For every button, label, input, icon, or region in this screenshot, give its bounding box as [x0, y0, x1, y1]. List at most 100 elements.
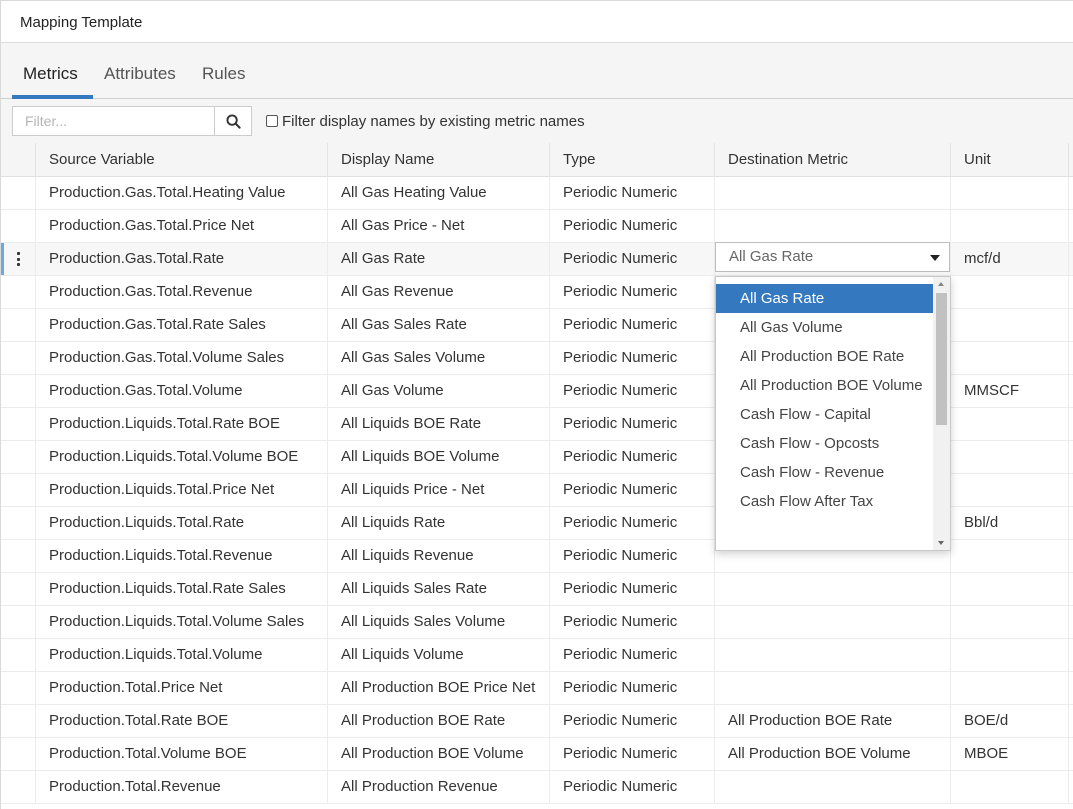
row-handle-cell — [1, 738, 36, 770]
dropdown-option[interactable]: All Production BOE Rate — [716, 342, 934, 371]
cell-destination-metric — [715, 771, 951, 803]
cell-source-variable: Production.Total.Revenue — [36, 771, 328, 803]
cell-source-variable: Production.Liquids.Total.Rate — [36, 507, 328, 539]
header-display-name[interactable]: Display Name — [328, 143, 550, 177]
cell-unit: MBOE — [951, 738, 1069, 770]
cell-source-variable: Production.Liquids.Total.Volume BOE — [36, 441, 328, 473]
cell-destination-metric — [715, 177, 951, 209]
cell-unit — [951, 573, 1069, 605]
search-icon — [225, 113, 241, 129]
cell-unit — [951, 639, 1069, 671]
cell-unit: mcf/d — [951, 243, 1069, 275]
scroll-up-icon[interactable] — [938, 282, 944, 286]
cell-display-name: All Production Revenue — [328, 771, 550, 803]
tab-metrics[interactable]: Metrics — [23, 64, 78, 84]
destination-metric-dropdown: All Gas Rate All Gas Volume All Production… — [715, 276, 951, 551]
cell-source-variable: Production.Gas.Total.Heating Value — [36, 177, 328, 209]
table-row[interactable]: Production.Gas.Total.Heating Value All Ga… — [1, 177, 1073, 210]
row-handle-cell — [1, 606, 36, 638]
row-handle-cell — [1, 408, 36, 440]
header-destination-metric[interactable]: Destination Metric — [715, 143, 951, 177]
drag-handle-icon[interactable] — [16, 252, 20, 266]
dropdown-option[interactable]: Cash Flow - Opcosts — [716, 429, 934, 458]
cell-type: Periodic Numeric — [550, 177, 715, 209]
table-row[interactable]: Production.Liquids.Total.Volume Sales All… — [1, 606, 1073, 639]
cell-destination-metric — [715, 573, 951, 605]
mapping-template-window: Mapping Template Metrics Attributes Rule… — [0, 0, 1073, 809]
table-row[interactable]: Production.Liquids.Total.Volume All Liqui… — [1, 639, 1073, 672]
cell-unit — [951, 276, 1069, 308]
scrollbar-thumb[interactable] — [936, 293, 947, 425]
table-row[interactable]: Production.Gas.Total.Price Net All Gas Pr… — [1, 210, 1073, 243]
cell-destination-metric: All Production BOE Rate — [715, 705, 951, 737]
cell-display-name: All Gas Revenue — [328, 276, 550, 308]
cell-source-variable: Production.Liquids.Total.Volume — [36, 639, 328, 671]
header-type[interactable]: Type — [550, 143, 715, 177]
header-source-variable[interactable]: Source Variable — [36, 143, 328, 177]
row-handle-cell — [1, 375, 36, 407]
cell-source-variable: Production.Total.Volume BOE — [36, 738, 328, 770]
cell-type: Periodic Numeric — [550, 771, 715, 803]
cell-display-name: All Production BOE Price Net — [328, 672, 550, 704]
cell-type: Periodic Numeric — [550, 672, 715, 704]
cell-type: Periodic Numeric — [550, 408, 715, 440]
row-handle-cell — [1, 639, 36, 671]
cell-display-name: All Liquids Sales Rate — [328, 573, 550, 605]
filter-input[interactable] — [12, 106, 215, 136]
row-handle-cell — [1, 771, 36, 803]
search-button[interactable] — [214, 106, 252, 136]
table-row[interactable]: Production.Total.Volume BOE All Productio… — [1, 738, 1073, 771]
cell-source-variable: Production.Liquids.Total.Rate Sales — [36, 573, 328, 605]
cell-unit — [951, 309, 1069, 341]
cell-unit — [951, 210, 1069, 242]
dropdown-option[interactable]: All Gas Rate — [716, 284, 934, 313]
dropdown-option[interactable]: All Gas Volume — [716, 313, 934, 342]
caret-down-icon — [930, 255, 940, 261]
cell-display-name: All Production BOE Volume — [328, 738, 550, 770]
table-row[interactable]: Production.Total.Price Net All Production… — [1, 672, 1073, 705]
cell-unit — [951, 408, 1069, 440]
dropdown-options: All Gas Rate All Gas Volume All Production… — [716, 284, 934, 516]
cell-unit — [951, 441, 1069, 473]
filter-existing-checkbox[interactable] — [266, 115, 278, 127]
dropdown-scrollbar[interactable] — [933, 277, 950, 550]
tab-rules[interactable]: Rules — [202, 64, 245, 84]
filter-bar: Filter display names by existing metric … — [1, 100, 1073, 142]
cell-type: Periodic Numeric — [550, 309, 715, 341]
cell-source-variable: Production.Total.Price Net — [36, 672, 328, 704]
cell-display-name: All Liquids BOE Rate — [328, 408, 550, 440]
cell-source-variable: Production.Liquids.Total.Rate BOE — [36, 408, 328, 440]
row-handle-cell — [1, 474, 36, 506]
cell-unit: Bbl/d — [951, 507, 1069, 539]
row-handle-cell — [1, 177, 36, 209]
dropdown-option[interactable]: Cash Flow - Revenue — [716, 458, 934, 487]
cell-display-name: All Gas Rate — [328, 243, 550, 275]
destination-metric-select[interactable]: All Gas Rate — [715, 242, 950, 272]
cell-source-variable: Production.Liquids.Total.Price Net — [36, 474, 328, 506]
tab-attributes[interactable]: Attributes — [104, 64, 176, 84]
dropdown-option[interactable]: Cash Flow After Tax — [716, 487, 934, 516]
row-handle-cell — [1, 573, 36, 605]
table-row[interactable]: Production.Total.Revenue All Production R… — [1, 771, 1073, 804]
row-handle-cell — [1, 540, 36, 572]
cell-type: Periodic Numeric — [550, 540, 715, 572]
cell-source-variable: Production.Gas.Total.Revenue — [36, 276, 328, 308]
cell-display-name: All Gas Sales Volume — [328, 342, 550, 374]
table-row[interactable]: Production.Total.Rate BOE All Production … — [1, 705, 1073, 738]
cell-unit — [951, 771, 1069, 803]
cell-source-variable: Production.Liquids.Total.Revenue — [36, 540, 328, 572]
row-handle-cell — [1, 705, 36, 737]
row-handle-cell — [1, 672, 36, 704]
dropdown-option[interactable]: Cash Flow - Capital — [716, 400, 934, 429]
scroll-down-icon[interactable] — [938, 541, 944, 545]
dropdown-option[interactable]: All Production BOE Volume — [716, 371, 934, 400]
row-handle-cell — [1, 210, 36, 242]
cell-source-variable: Production.Gas.Total.Price Net — [36, 210, 328, 242]
header-unit[interactable]: Unit — [951, 143, 1069, 177]
row-handle-cell — [1, 507, 36, 539]
cell-unit — [951, 342, 1069, 374]
cell-display-name: All Liquids Volume — [328, 639, 550, 671]
cell-destination-metric — [715, 639, 951, 671]
table-row[interactable]: Production.Liquids.Total.Rate Sales All L… — [1, 573, 1073, 606]
row-handle-cell — [1, 441, 36, 473]
